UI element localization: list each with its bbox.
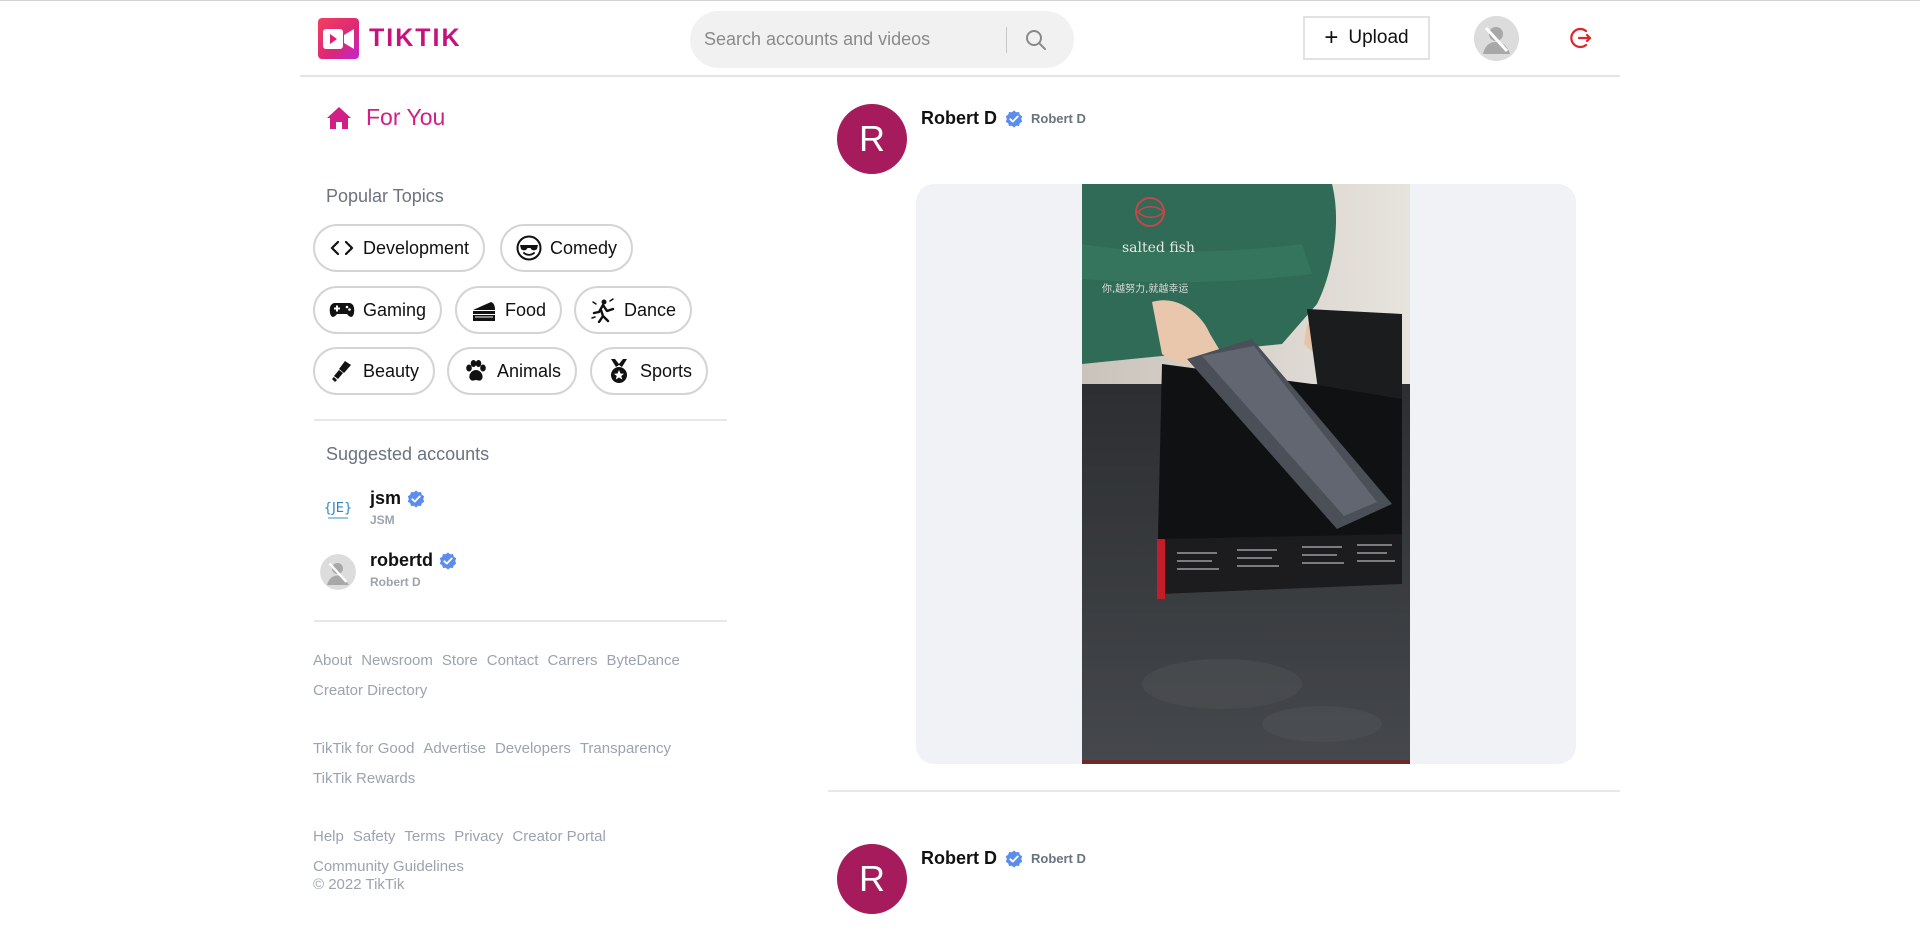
topic-development[interactable]: Development (313, 224, 486, 272)
verified-badge-icon (439, 552, 457, 569)
author-name[interactable]: Robert D (921, 108, 997, 129)
navbar: TIKTIK + Upload (300, 1, 1620, 77)
post-author: R Robert D Robert D (837, 104, 1086, 174)
nav-for-you[interactable]: For You (326, 104, 445, 131)
svg-text:salted fish: salted fish (1122, 240, 1195, 256)
account-avatar (320, 554, 356, 590)
topic-comedy[interactable]: Comedy (500, 224, 634, 272)
search-button[interactable] (1016, 23, 1056, 57)
suggested-accounts-title: Suggested accounts (326, 444, 490, 464)
video-feed: R Robert D Robert D salted fish 你,越努力,就越… (828, 78, 1620, 936)
video-frame: salted fish 你,越努力,就越幸运 (1082, 184, 1410, 764)
sidebar: For You Popular Topics Development Comed… (300, 78, 730, 936)
logout-button[interactable] (1568, 25, 1594, 51)
suggested-account-robertd[interactable]: robertd Robert D (320, 550, 457, 600)
plus-icon: + (1324, 24, 1339, 51)
popular-topics-title: Popular Topics (326, 186, 444, 206)
jsm-logo-icon: {JE} (320, 492, 356, 528)
footer-link[interactable]: Transparency (580, 734, 671, 764)
sidebar-divider (314, 419, 727, 421)
topic-gaming[interactable]: Gaming (313, 286, 443, 334)
code-icon (329, 235, 355, 261)
upload-button[interactable]: + Upload (1303, 16, 1430, 60)
post-author: R Robert D Robert D (837, 844, 1086, 914)
topic-sports[interactable]: Sports (590, 347, 709, 395)
logo-icon (318, 18, 359, 59)
for-you-label: For You (366, 104, 446, 130)
gamepad-icon (329, 297, 355, 323)
footer-link[interactable]: Developers (495, 734, 571, 764)
medal-icon (606, 358, 632, 384)
footer-links-group-1: About Newsroom Store Contact Carrers Byt… (313, 646, 723, 706)
copyright: © 2022 TikTik (313, 876, 405, 893)
logout-icon (1570, 27, 1592, 49)
author-avatar[interactable]: R (837, 104, 907, 174)
footer-link[interactable]: Help (313, 822, 344, 852)
footer-links-group-3: Help Safety Terms Privacy Creator Portal… (313, 822, 723, 882)
upload-label: Upload (1348, 27, 1409, 48)
topic-label: Dance (624, 299, 677, 320)
logo-text: TIKTIK (369, 24, 462, 52)
search-bar (690, 11, 1074, 68)
user-avatar-icon (320, 554, 356, 590)
svg-text:你,越努力,就越幸运: 你,越努力,就越幸运 (1102, 282, 1188, 295)
footer-link[interactable]: Creator Portal (512, 822, 605, 852)
dance-icon (590, 297, 616, 323)
footer-link[interactable]: ByteDance (606, 646, 679, 676)
footer-link[interactable]: Store (442, 646, 478, 676)
topic-label: Comedy (550, 237, 618, 258)
author-name[interactable]: Robert D (921, 848, 997, 869)
account-display-name: Robert D (370, 575, 421, 589)
account-avatar: {JE} (320, 492, 356, 528)
footer-link[interactable]: Creator Directory (313, 676, 427, 706)
footer-link[interactable]: Safety (353, 822, 396, 852)
search-icon (1026, 30, 1046, 50)
search-divider (1006, 27, 1007, 53)
footer-link[interactable]: Newsroom (361, 646, 433, 676)
cake-icon (471, 297, 497, 323)
lipstick-icon (329, 358, 355, 384)
topic-label: Gaming (363, 299, 427, 320)
verified-badge-icon (1005, 850, 1023, 867)
author-avatar[interactable]: R (837, 844, 907, 914)
footer-link[interactable]: Privacy (454, 822, 503, 852)
footer-link[interactable]: About (313, 646, 352, 676)
user-avatar-icon (1474, 16, 1519, 61)
topic-label: Beauty (363, 360, 420, 381)
user-avatar[interactable] (1474, 16, 1519, 61)
account-username: robertd (370, 550, 433, 570)
video-card: salted fish 你,越努力,就越幸运 (916, 184, 1576, 764)
topic-animals[interactable]: Animals (447, 347, 578, 395)
footer-link[interactable]: Advertise (423, 734, 486, 764)
logo[interactable]: TIKTIK (318, 18, 462, 59)
suggested-account-jsm[interactable]: {JE} jsm JSM (320, 488, 425, 538)
svg-text:{JE}: {JE} (324, 501, 353, 516)
search-input[interactable] (704, 11, 1004, 68)
account-display-name: JSM (370, 513, 395, 527)
sunglasses-emoji-icon (516, 235, 542, 261)
footer-link[interactable]: Terms (404, 822, 445, 852)
verified-badge-icon (1005, 110, 1023, 127)
topic-label: Sports (640, 360, 693, 381)
verified-badge-icon (407, 490, 425, 507)
home-icon (327, 106, 351, 129)
author-handle: Robert D (1031, 851, 1086, 866)
topic-label: Animals (497, 360, 562, 381)
video-player[interactable]: salted fish 你,越努力,就越幸运 (1082, 184, 1410, 764)
footer-links-group-2: TikTik for Good Advertise Developers Tra… (313, 734, 723, 794)
footer-link[interactable]: TikTik Rewards (313, 764, 415, 794)
topic-beauty[interactable]: Beauty (313, 347, 436, 395)
feed-divider (828, 790, 1620, 792)
topic-food[interactable]: Food (455, 286, 563, 334)
topic-label: Development (363, 237, 470, 258)
author-handle: Robert D (1031, 111, 1086, 126)
account-username: jsm (370, 488, 402, 508)
footer-link[interactable]: Contact (487, 646, 539, 676)
paw-icon (463, 358, 489, 384)
footer-link[interactable]: Carrers (547, 646, 597, 676)
sidebar-divider (314, 620, 727, 622)
footer-link[interactable]: TikTik for Good (313, 734, 414, 764)
topic-dance[interactable]: Dance (574, 286, 693, 334)
topic-label: Food (505, 299, 547, 320)
